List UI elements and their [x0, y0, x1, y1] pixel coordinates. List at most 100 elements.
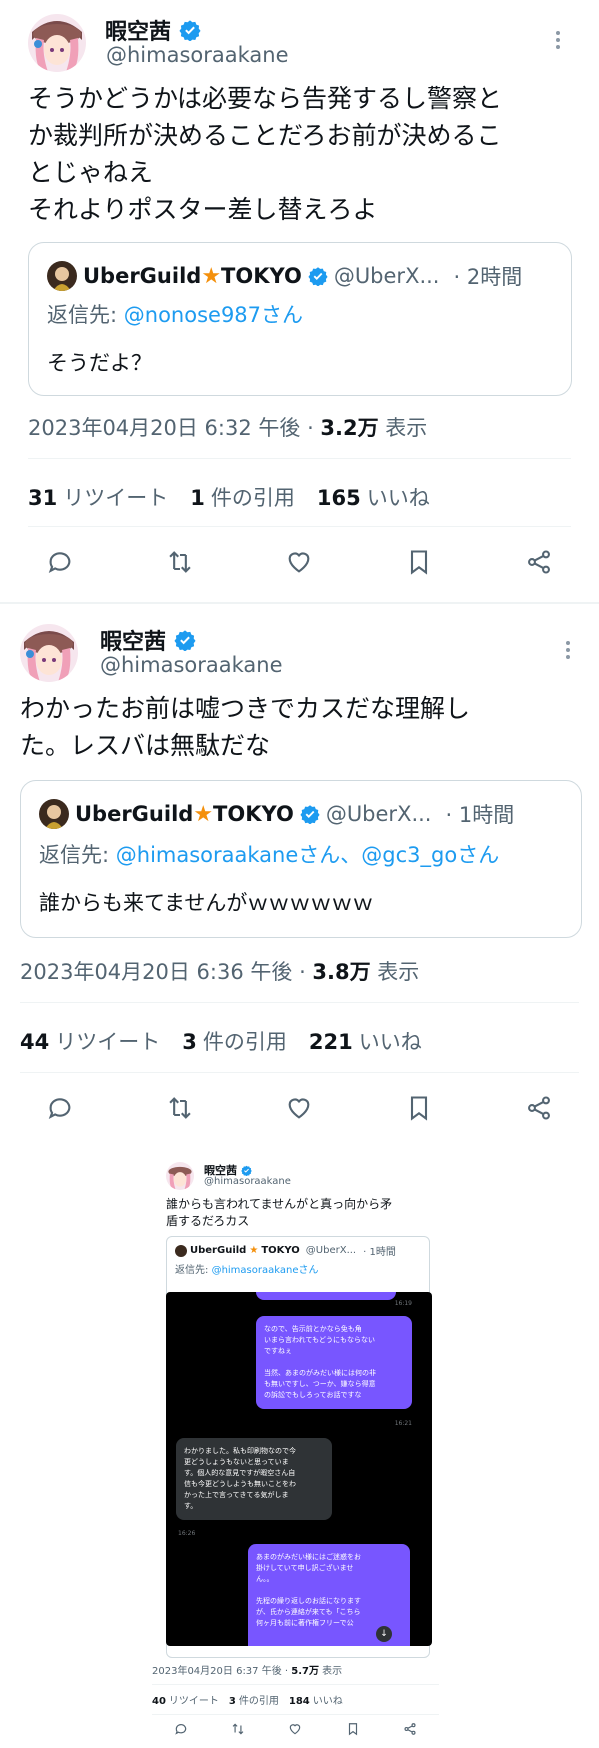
retweet-icon — [232, 1723, 244, 1735]
verified-badge-icon — [308, 267, 328, 286]
avatar[interactable] — [20, 624, 78, 682]
action-bar — [0, 1094, 599, 1122]
display-name[interactable]: 暇空茜 — [105, 14, 171, 46]
quote-display-name: UberGuild — [83, 264, 202, 288]
dm-screenshot: 16:19 なので、告示前とかなら免も角 いまら言われてもどうにもならない です… — [166, 1292, 432, 1646]
reply-prefix: 返信先: — [175, 1265, 212, 1276]
tweet-meta: 2023年04月20日 6:36 午後 · 3.8万 表示 — [20, 956, 419, 986]
action-bar — [152, 1722, 439, 1736]
dm-time: 16:21 — [394, 1420, 412, 1427]
star-icon: ★ — [193, 801, 214, 827]
quote-stat: 3 件の引用 — [228, 1696, 279, 1707]
reply-mention[interactable]: @himasoraakaneさん、@gc3_goさん — [116, 843, 499, 867]
like-stat[interactable]: 165 いいね — [317, 482, 430, 512]
reply-icon[interactable] — [46, 548, 74, 576]
like-stat: 184 いいね — [288, 1696, 343, 1707]
share-icon[interactable] — [525, 548, 553, 576]
quote-display-name: UberGuild — [75, 802, 194, 826]
tweet-text: 誰からも言われてませんがと真っ向から矛 盾するだろカス — [166, 1197, 393, 1228]
reply-icon — [174, 1724, 186, 1735]
engagement-stats: 31 リツイート 1 件の引用 165 いいね — [28, 482, 430, 512]
views-label: 表示 — [370, 960, 420, 984]
quote-time: · 1時間 — [445, 803, 515, 827]
quote-handle: @UberX... — [325, 802, 432, 826]
divider — [152, 1684, 439, 1685]
reply-prefix: 返信先: — [39, 843, 116, 867]
display-name[interactable]: 暇空茜 — [100, 624, 166, 656]
quote-reply-line: 返信先: @himasoraakaneさん、@gc3_goさん — [39, 839, 499, 869]
avatar — [166, 1162, 194, 1190]
engagement-stats: 40 リツイート 3 件の引用 184 いいね — [152, 1692, 343, 1707]
divider — [20, 1002, 579, 1003]
view-count: 3.8万 — [312, 960, 371, 984]
view-count: 3.2万 — [320, 416, 379, 440]
like-icon[interactable] — [285, 1094, 313, 1122]
quote-name-suffix: TOKYO — [261, 1245, 300, 1256]
timestamp: 2023年04月20日 6:37 午後 · — [152, 1666, 292, 1677]
action-bar — [0, 548, 599, 576]
engagement-stats: 44 リツイート 3 件の引用 221 いいね — [20, 1026, 422, 1056]
reply-prefix: 返信先: — [47, 303, 124, 327]
avatar[interactable] — [28, 14, 86, 72]
reply-mention[interactable]: @nonose987さん — [124, 303, 303, 327]
more-options-icon[interactable] — [566, 638, 572, 662]
tweet-text: わかったお前は嘘つきでカスだな理解し た。レスバは無駄だな — [20, 694, 471, 760]
quote-reply-line: 返信先: @himasoraakaneさん — [175, 1261, 318, 1276]
retweet-icon[interactable] — [166, 1094, 194, 1122]
quoted-tweet[interactable]: UberGuild ★ TOKYO @UberX... · 1時間 返信先: @… — [20, 780, 582, 938]
verified-badge-icon — [241, 1165, 252, 1176]
quote-time: · 1時間 — [363, 1247, 396, 1258]
quote-text: 誰からも来てませんがｗｗｗｗｗｗ — [39, 891, 374, 915]
tweet-text: そうかどうかは必要なら告発するし警察と か裁判所が決めることだろお前が決めるこ … — [28, 84, 503, 224]
handle[interactable]: @himasoraakane — [106, 43, 289, 67]
verified-badge-icon — [300, 805, 320, 824]
bookmark-icon[interactable] — [405, 1094, 433, 1122]
quote-display-name: UberGuild — [190, 1245, 247, 1256]
tweet-1: 暇空茜 @himasoraakane そうかどうかは必要なら告発するし警察と か… — [0, 0, 599, 600]
scroll-down-icon: ↓ — [376, 1626, 392, 1642]
divider — [152, 1714, 439, 1715]
bookmark-icon — [348, 1723, 357, 1736]
quote-stat[interactable]: 3 件の引用 — [182, 1026, 287, 1056]
like-icon[interactable] — [285, 548, 313, 576]
star-icon: ★ — [201, 263, 222, 289]
quote-avatar — [47, 261, 77, 291]
quote-name-suffix: TOKYO — [213, 802, 294, 826]
views-label: 表示 — [318, 1666, 343, 1677]
timestamp[interactable]: 2023年04月20日 6:36 午後 · — [20, 960, 312, 984]
star-icon: ★ — [249, 1245, 259, 1256]
retweet-icon[interactable] — [166, 548, 194, 576]
dm-message: なので、告示前とかなら免も角 いまら言われてもどうにもならない ですねぇ 当然、… — [256, 1316, 412, 1409]
timestamp[interactable]: 2023年04月20日 6:32 午後 · — [28, 416, 320, 440]
quote-text: そうだよ？ — [47, 351, 152, 375]
dm-time: 16:19 — [394, 1300, 412, 1307]
like-icon — [290, 1724, 301, 1735]
quote-reply-line: 返信先: @nonose987さん — [47, 299, 303, 329]
quote-time: · 2時間 — [453, 265, 523, 289]
divider — [20, 1072, 579, 1073]
handle[interactable]: @himasoraakane — [100, 653, 283, 677]
share-icon — [404, 1723, 416, 1735]
divider — [28, 458, 571, 459]
quote-name-suffix: TOKYO — [221, 264, 302, 288]
more-options-icon[interactable] — [556, 28, 562, 52]
quote-avatar — [39, 799, 69, 829]
quote-handle: @UberX... — [305, 1245, 357, 1256]
share-icon[interactable] — [525, 1094, 553, 1122]
tweet-meta: 2023年04月20日 6:32 午後 · 3.2万 表示 — [28, 412, 427, 442]
verified-badge-icon — [174, 630, 196, 651]
retweet-stat[interactable]: 44 リツイート — [20, 1026, 160, 1056]
bookmark-icon[interactable] — [405, 548, 433, 576]
handle: @himasoraakane — [204, 1176, 291, 1187]
quoted-tweet[interactable]: UberGuild ★ TOKYO @UberX... · 2時間 返信先: @… — [28, 242, 572, 396]
tweet-2: 暇空茜 @himasoraakane わかったお前は嘘つきでカスだな理解し た。… — [0, 610, 599, 1150]
tweet-separator — [0, 602, 599, 604]
embedded-meta: 2023年04月20日 6:37 午後 · 5.7万 表示 — [152, 1662, 342, 1677]
like-stat[interactable]: 221 いいね — [309, 1026, 422, 1056]
quote-handle: @UberX... — [333, 264, 440, 288]
retweet-stat[interactable]: 31 リツイート — [28, 482, 168, 512]
divider — [28, 526, 571, 527]
quote-stat[interactable]: 1 件の引用 — [190, 482, 295, 512]
reply-icon[interactable] — [46, 1094, 74, 1122]
reply-mention: @himasoraakaneさん — [211, 1265, 319, 1276]
